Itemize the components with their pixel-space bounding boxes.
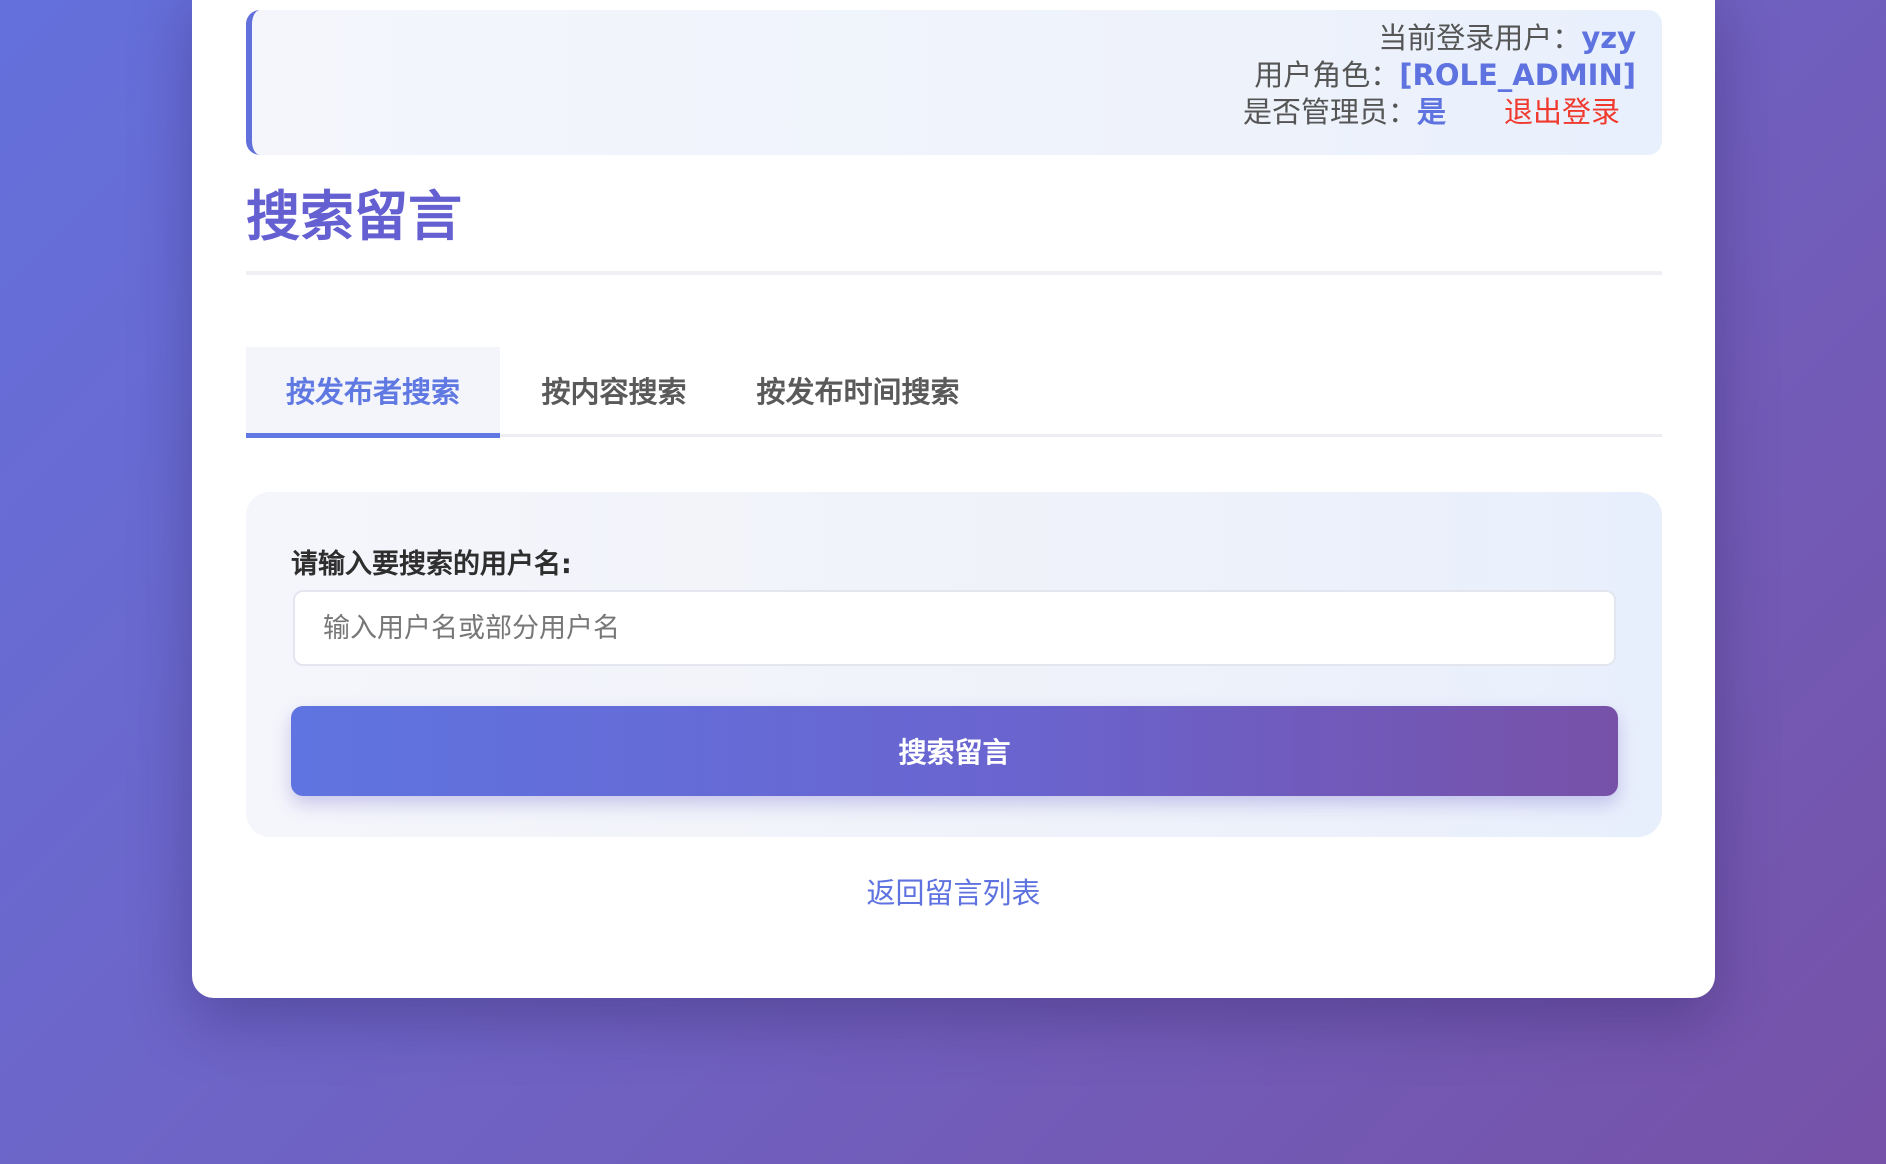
is-admin-value: 是 (1416, 95, 1446, 129)
user-role-value: [ROLE_ADMIN] (1399, 58, 1636, 92)
user-info-panel: 当前登录用户：yzy 用户角色：[ROLE_ADMIN] 是否管理员：是 退出登录 (246, 10, 1662, 155)
username-search-input[interactable] (293, 590, 1616, 666)
user-role-label: 用户角色： (1254, 58, 1400, 92)
current-user-line: 当前登录用户：yzy (1378, 20, 1636, 57)
search-form-panel: 请输入要搜索的用户名: 搜索留言 (246, 492, 1662, 837)
user-role-line: 用户角色：[ROLE_ADMIN] (1254, 57, 1636, 94)
tab-search-by-content[interactable]: 按内容搜索 (500, 347, 728, 437)
title-divider (246, 271, 1662, 275)
back-to-list-link[interactable]: 返回留言列表 (192, 870, 1715, 912)
search-tabs: 按发布者搜索 按内容搜索 按发布时间搜索 (246, 347, 1662, 438)
main-card: 当前登录用户：yzy 用户角色：[ROLE_ADMIN] 是否管理员：是 退出登录… (192, 0, 1715, 998)
is-admin-line: 是否管理员：是 退出登录 (1243, 94, 1620, 131)
tab-search-by-time[interactable]: 按发布时间搜索 (728, 347, 988, 437)
search-button[interactable]: 搜索留言 (291, 706, 1618, 796)
logout-link[interactable]: 退出登录 (1504, 95, 1620, 129)
is-admin-label: 是否管理员： (1242, 95, 1417, 129)
current-user-value: yzy (1581, 21, 1636, 55)
page-title: 搜索留言 (246, 185, 462, 248)
tab-search-by-author[interactable]: 按发布者搜索 (246, 347, 500, 438)
current-user-label: 当前登录用户： (1378, 21, 1582, 55)
username-field-label: 请输入要搜索的用户名: (291, 549, 572, 580)
